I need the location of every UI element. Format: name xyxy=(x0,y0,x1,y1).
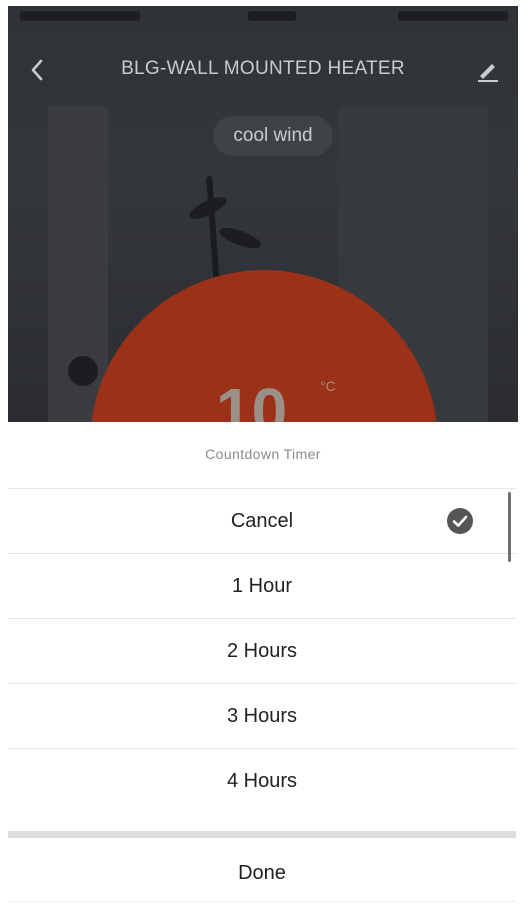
countdown-timer-sheet: Countdown Timer Cancel 1 Hour 2 Hours 3 … xyxy=(0,422,526,910)
timer-option-cancel[interactable]: Cancel xyxy=(8,488,516,554)
timer-option-label: Cancel xyxy=(230,509,294,532)
chevron-left-icon[interactable] xyxy=(26,56,50,84)
device-panel-dimmed: BLG-WALL MOUNTED HEATER cool wind 10 °C xyxy=(8,6,518,422)
background-plant xyxy=(216,223,264,253)
status-carrier xyxy=(20,11,140,21)
timer-option-label: 2 Hours xyxy=(226,639,298,662)
done-button[interactable]: Done xyxy=(8,845,516,902)
background-plant xyxy=(68,356,98,386)
timer-option-label: 3 Hours xyxy=(226,704,298,727)
timer-option-2-hours[interactable]: 2 Hours xyxy=(8,618,516,683)
divider xyxy=(8,831,516,838)
status-battery xyxy=(398,11,508,21)
scrollbar[interactable] xyxy=(508,492,511,562)
status-bar xyxy=(8,6,518,28)
temperature-value: 10 xyxy=(216,375,288,422)
status-time xyxy=(248,11,296,21)
timer-option-4-hours[interactable]: 4 Hours xyxy=(8,748,516,813)
temperature-unit: °C xyxy=(320,378,336,394)
page-title: BLG-WALL MOUNTED HEATER xyxy=(121,58,405,79)
timer-option-3-hours[interactable]: 3 Hours xyxy=(8,683,516,748)
sheet-title: Countdown Timer xyxy=(205,446,321,462)
nav-bar: BLG-WALL MOUNTED HEATER xyxy=(8,46,518,94)
pencil-icon[interactable] xyxy=(474,56,502,84)
timer-option-label: 4 Hours xyxy=(226,769,298,792)
timer-option-label: 1 Hour xyxy=(231,574,293,597)
background-plant xyxy=(206,175,220,287)
mode-button[interactable]: cool wind xyxy=(213,116,333,156)
checkmark-icon xyxy=(447,508,473,534)
screen: BLG-WALL MOUNTED HEATER cool wind 10 °C … xyxy=(0,0,526,910)
timer-option-1-hour[interactable]: 1 Hour xyxy=(8,553,516,618)
